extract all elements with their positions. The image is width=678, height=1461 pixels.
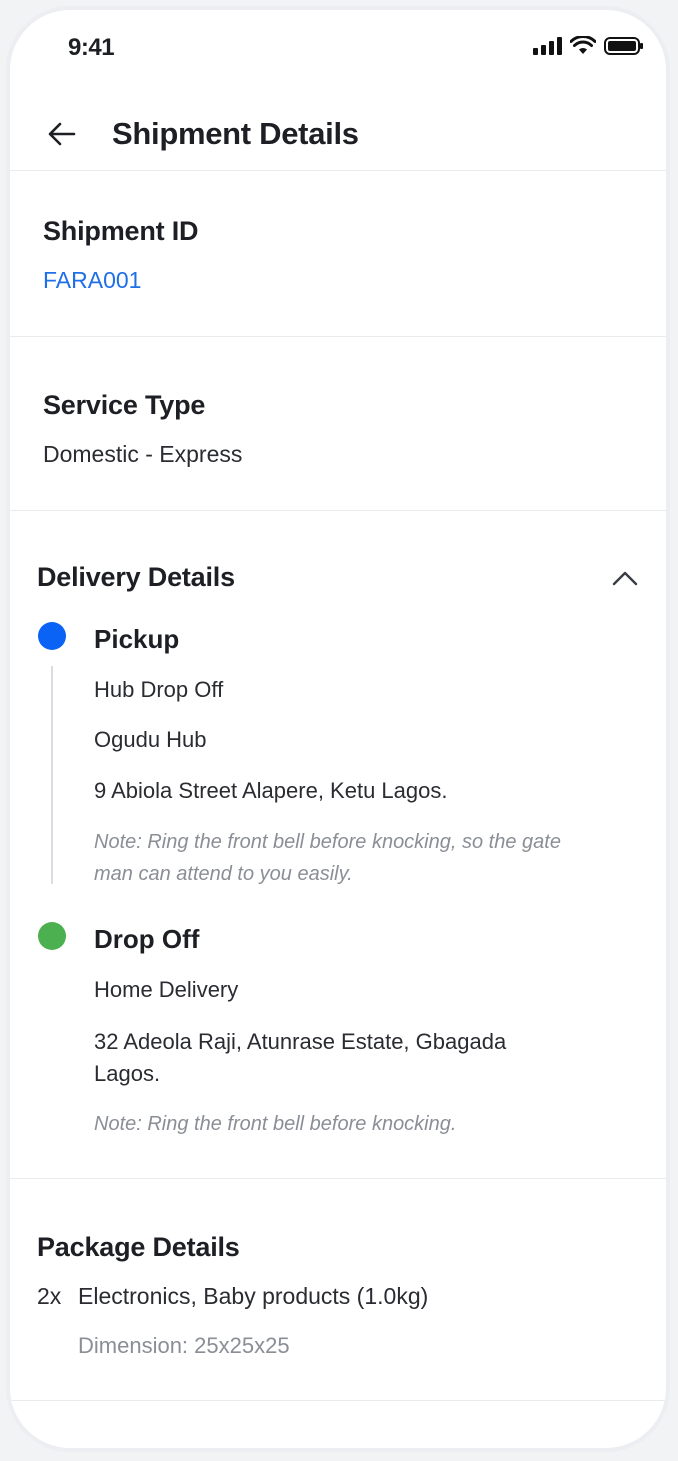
signal-icon <box>533 37 562 55</box>
status-bar: 9:41 <box>10 10 666 90</box>
pickup-address: 9 Abiola Street Alapere, Ketu Lagos. <box>94 778 448 803</box>
dropoff-dot <box>38 922 66 950</box>
status-time: 9:41 <box>68 34 115 61</box>
shipment-id-value[interactable]: FARA001 <box>43 267 141 294</box>
timeline-line <box>51 666 53 884</box>
pickup-note-line1: Note: Ring the front bell before knockin… <box>94 831 561 853</box>
dropoff-method: Home Delivery <box>94 977 239 1002</box>
pickup-hub: Ogudu Hub <box>94 727 207 752</box>
wifi-icon <box>570 36 596 54</box>
dropoff-title: Drop Off <box>94 924 200 954</box>
package-items: Electronics, Baby products (1.0kg) <box>78 1283 429 1309</box>
package-details-title: Package Details <box>37 1232 240 1262</box>
phone-frame: 9:41 Shipment Details Shipment ID FARA00… <box>6 6 670 1452</box>
dropoff-address-line2: Lagos. <box>94 1061 161 1086</box>
shipment-id-label: Shipment ID <box>43 216 199 246</box>
page-title: Shipment Details <box>112 116 359 151</box>
chevron-up-icon[interactable] <box>610 564 640 594</box>
pickup-dot <box>38 622 66 650</box>
divider <box>10 170 666 171</box>
package-quantity: 2x <box>37 1283 62 1309</box>
pickup-title: Pickup <box>94 624 180 654</box>
pickup-note-line2: man can attend to you easily. <box>94 863 353 885</box>
battery-icon <box>604 37 643 55</box>
status-icons <box>533 36 643 56</box>
dropoff-note: Note: Ring the front bell before knockin… <box>94 1113 457 1135</box>
dropoff-address-line1: 32 Adeola Raji, Atunrase Estate, Gbagada <box>94 1029 507 1054</box>
divider <box>10 336 666 337</box>
divider <box>10 510 666 511</box>
service-type-value: Domestic - Express <box>43 441 243 467</box>
divider <box>10 1400 666 1401</box>
service-type-label: Service Type <box>43 390 206 420</box>
package-dimension: Dimension: 25x25x25 <box>78 1333 290 1358</box>
divider <box>10 1178 666 1179</box>
delivery-details-title: Delivery Details <box>37 562 235 592</box>
arrow-left-icon[interactable] <box>44 116 80 152</box>
app-header: Shipment Details <box>10 100 666 170</box>
pickup-method: Hub Drop Off <box>94 677 224 702</box>
